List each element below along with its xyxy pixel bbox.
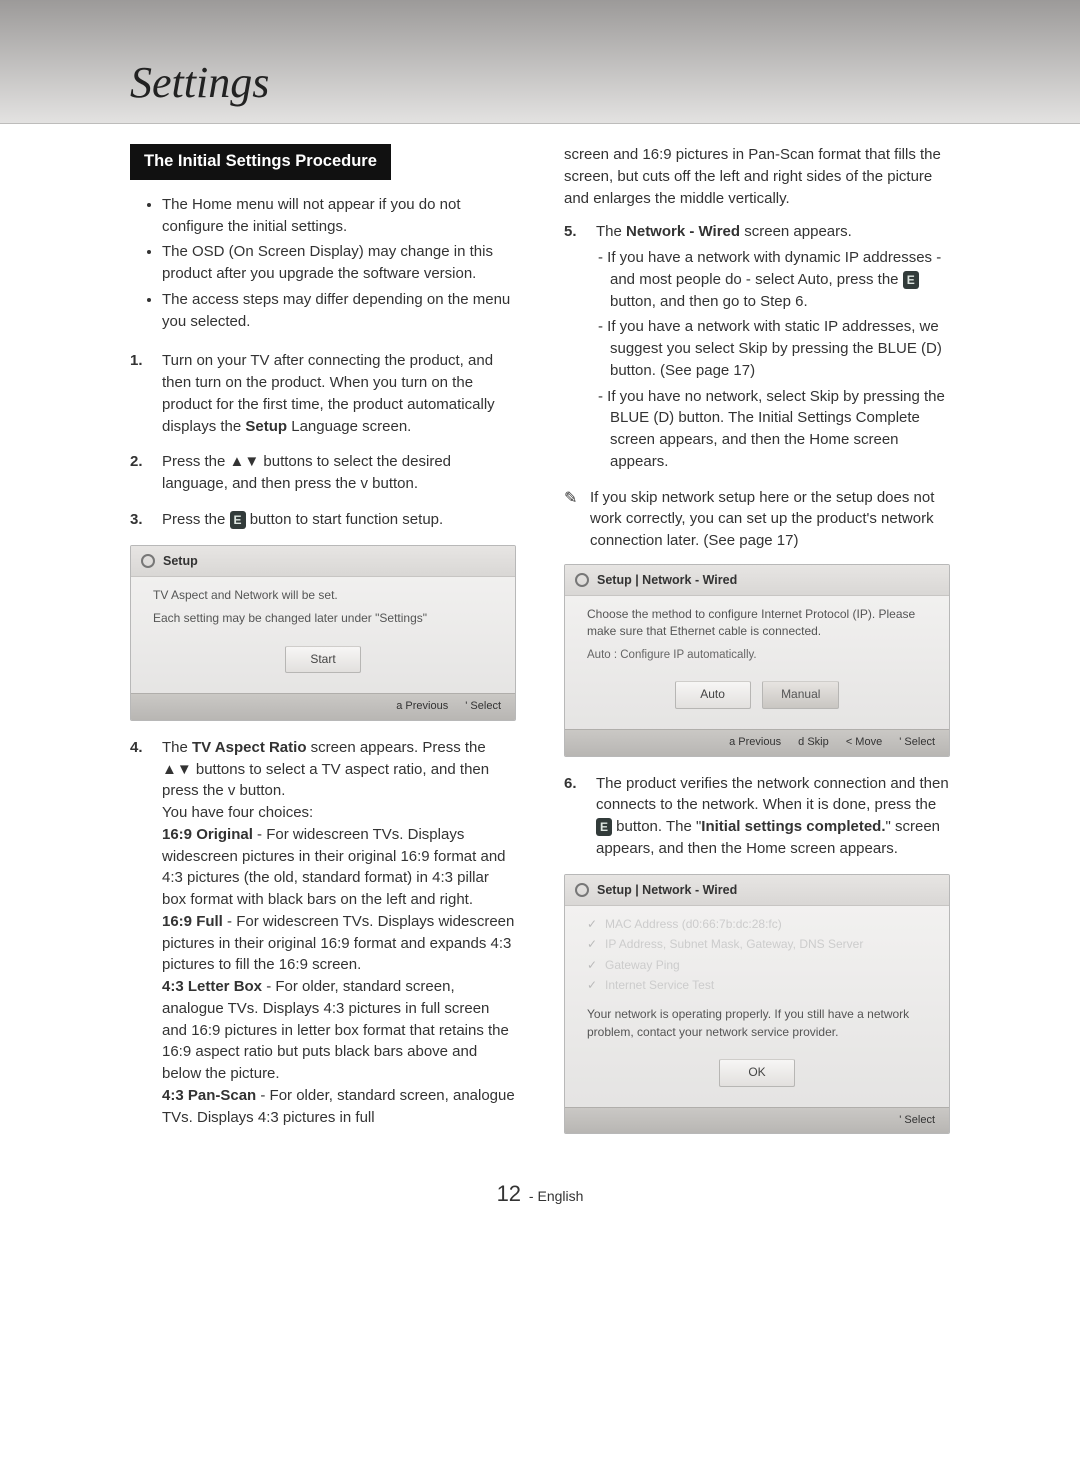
step-6-mid: button. The "	[612, 818, 701, 835]
step-6: The product verifies the network connect…	[564, 773, 950, 860]
step-4-list: The TV Aspect Ratio screen appears. Pres…	[130, 737, 516, 1129]
right-column: screen and 16:9 pictures in Pan-Scan for…	[564, 144, 950, 1150]
osd-network1-title: Setup | Network - Wired	[597, 571, 737, 589]
step-6-list: The product verifies the network connect…	[564, 773, 950, 860]
intro-bullet: The Home menu will not appear if you do …	[162, 194, 516, 238]
osd-network-choose-panel: Setup | Network - Wired Choose the metho…	[564, 564, 950, 757]
step-3-prefix: Press the	[162, 511, 230, 528]
check-item: Internet Service Test	[587, 977, 927, 994]
step-4-choices-intro: You have four choices:	[162, 804, 313, 821]
osd-auto-button[interactable]: Auto	[675, 681, 751, 708]
intro-bullet: The OSD (On Screen Display) may change i…	[162, 241, 516, 285]
osd-setup-title: Setup	[163, 552, 198, 570]
osd-network2-msg: Your network is operating properly. If y…	[587, 1006, 927, 1041]
osd-setup-line1: TV Aspect and Network will be set.	[153, 587, 493, 604]
step-5-sub-2: If you have a network with static IP add…	[610, 316, 950, 381]
osd-setup-footer: a Previous ' Select	[131, 693, 515, 720]
osd-setup-panel: Setup TV Aspect and Network will be set.…	[130, 545, 516, 721]
step-5: The Network - Wired screen appears. If y…	[564, 221, 950, 472]
osd-setup-line2: Each setting may be changed later under …	[153, 610, 493, 627]
step-5-list: The Network - Wired screen appears. If y…	[564, 221, 950, 472]
step-2: Press the ▲▼ buttons to select the desir…	[130, 451, 516, 495]
osd-network-result-panel: Setup | Network - Wired MAC Address (d0:…	[564, 874, 950, 1135]
step-5-sub-1-before: If you have a network with dynamic IP ad…	[607, 249, 941, 288]
enter-icon: E	[903, 271, 919, 289]
note-text: If you skip network setup here or the se…	[590, 487, 950, 552]
step-5-suffix: screen appears.	[740, 223, 852, 240]
document-page: Settings The Initial Settings Procedure …	[0, 0, 1080, 1250]
osd-network2-title: Setup | Network - Wired	[597, 881, 737, 899]
section-heading: The Initial Settings Procedure	[130, 144, 391, 180]
check-item: MAC Address (d0:66:7b:dc:28:fc)	[587, 916, 927, 933]
osd-footer-select: ' Select	[899, 1114, 935, 1126]
aspect-43-pan-label: 4:3 Pan-Scan	[162, 1087, 256, 1104]
osd-footer-previous: a Previous	[729, 736, 781, 748]
osd-start-button[interactable]: Start	[285, 646, 361, 673]
page-footer: 12 - English	[50, 1178, 1030, 1210]
step-5-sub-1: If you have a network with dynamic IP ad…	[610, 247, 950, 312]
step-4-prefix: The	[162, 739, 192, 756]
header-band: Settings	[0, 0, 1080, 124]
gear-icon	[575, 573, 589, 587]
osd-network2-checklist: MAC Address (d0:66:7b:dc:28:fc) IP Addre…	[587, 916, 927, 995]
step-5-sublist: If you have a network with dynamic IP ad…	[596, 247, 950, 473]
note-block: ✎ If you skip network setup here or the …	[564, 487, 950, 552]
osd-network1-footer: a Previous d Skip < Move ' Select	[565, 729, 949, 756]
step-1-bold: Setup	[245, 418, 287, 435]
osd-footer-move: < Move	[846, 736, 882, 748]
step-4-bold: TV Aspect Ratio	[192, 739, 306, 756]
check-item: IP Address, Subnet Mask, Gateway, DNS Se…	[587, 936, 927, 953]
osd-manual-button[interactable]: Manual	[762, 681, 839, 708]
osd-network1-title-bar: Setup | Network - Wired	[565, 565, 949, 596]
osd-ok-button[interactable]: OK	[719, 1059, 795, 1086]
step-6-before: The product verifies the network connect…	[596, 775, 949, 814]
step-6-bold: Initial settings completed.	[701, 818, 885, 835]
step-1: Turn on your TV after connecting the pro…	[130, 350, 516, 437]
page-language: English	[538, 1188, 584, 1204]
intro-bullet-list: The Home menu will not appear if you do …	[130, 194, 516, 333]
gear-icon	[575, 883, 589, 897]
left-column: The Initial Settings Procedure The Home …	[130, 144, 516, 1150]
steps-list-left: Turn on your TV after connecting the pro…	[130, 350, 516, 530]
osd-setup-title-bar: Setup	[131, 546, 515, 577]
enter-icon: E	[230, 511, 246, 529]
check-item: Gateway Ping	[587, 957, 927, 974]
page-title: Settings	[130, 51, 269, 115]
step-5-prefix: The	[596, 223, 626, 240]
step-3-suffix: button to start function setup.	[246, 511, 444, 528]
osd-network2-footer: ' Select	[565, 1107, 949, 1134]
step-4-continued: screen and 16:9 pictures in Pan-Scan for…	[564, 144, 950, 209]
enter-icon: E	[596, 818, 612, 836]
osd-footer-previous: a Previous	[396, 700, 448, 712]
intro-bullet: The access steps may differ depending on…	[162, 289, 516, 333]
osd-network1-sub: Auto : Configure IP automatically.	[587, 647, 927, 664]
step-5-bold: Network - Wired	[626, 223, 740, 240]
osd-footer-select: ' Select	[899, 736, 935, 748]
osd-network1-msg: Choose the method to configure Internet …	[587, 606, 927, 641]
aspect-43-letter-label: 4:3 Letter Box	[162, 978, 262, 995]
step-5-sub-3: If you have no network, select Skip by p…	[610, 386, 950, 473]
step-5-sub-1-after: button, and then go to Step 6.	[610, 293, 808, 310]
aspect-169-original-label: 16:9 Original	[162, 826, 253, 843]
gear-icon	[141, 554, 155, 568]
step-1-suffix: Language screen.	[287, 418, 411, 435]
step-4: The TV Aspect Ratio screen appears. Pres…	[130, 737, 516, 1129]
step-3: Press the E button to start function set…	[130, 509, 516, 531]
osd-footer-select: ' Select	[465, 700, 501, 712]
aspect-169-full-label: 16:9 Full	[162, 913, 223, 930]
osd-network2-title-bar: Setup | Network - Wired	[565, 875, 949, 906]
note-icon: ✎	[564, 487, 582, 552]
page-number: 12	[497, 1181, 521, 1206]
osd-footer-skip: d Skip	[798, 736, 829, 748]
